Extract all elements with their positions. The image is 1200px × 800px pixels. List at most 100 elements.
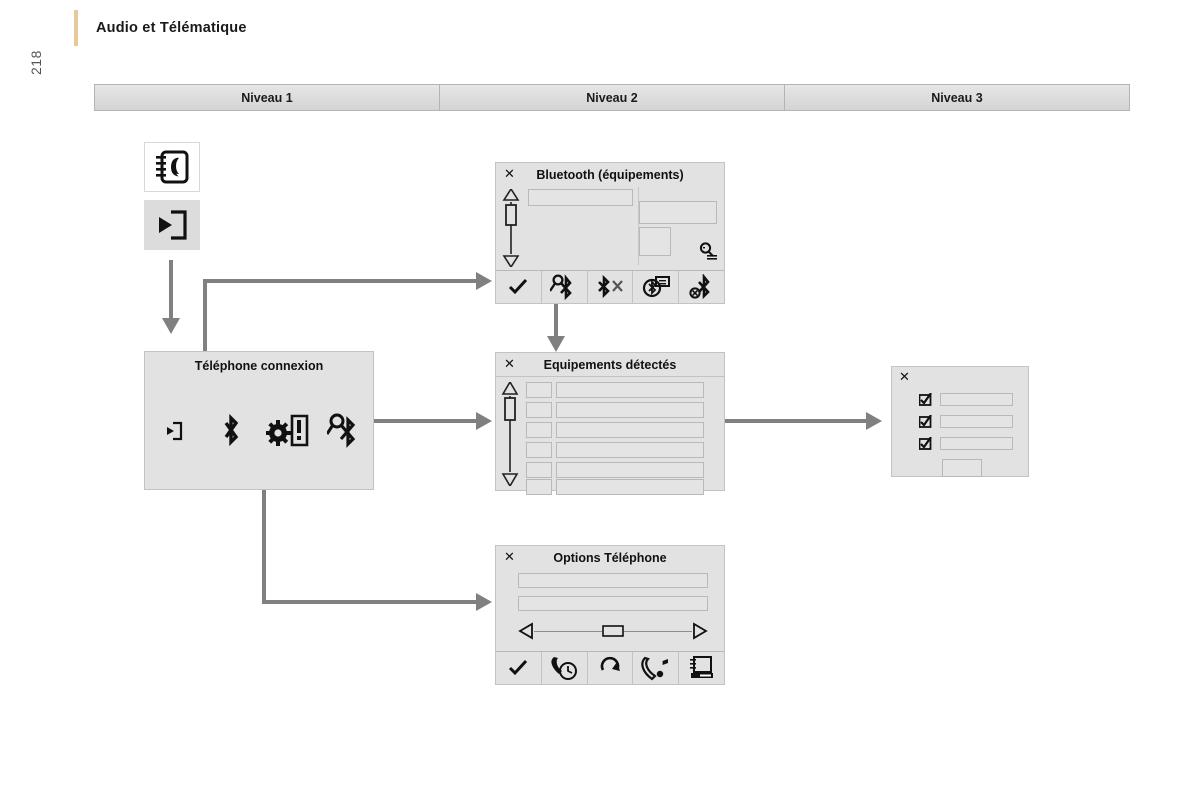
bluetooth-disconnect-button[interactable]	[587, 271, 634, 303]
page-title: Audio et Télématique	[96, 20, 247, 36]
checkbox-row-2[interactable]	[919, 415, 1013, 428]
level-column-2: Niveau 2	[440, 85, 785, 110]
phone-clock-icon	[549, 655, 579, 681]
enter-arrow-icon	[155, 209, 189, 241]
contacts-button[interactable]	[679, 652, 724, 684]
slider-left-arrow-icon[interactable]	[518, 622, 534, 640]
slider-thumb[interactable]	[602, 625, 624, 637]
checkbox-checked-icon[interactable]	[919, 437, 932, 450]
connector-phone-to-detected	[373, 419, 478, 423]
device-row-4-label	[556, 442, 704, 458]
bluetooth-delete-button[interactable]	[679, 271, 724, 303]
connector-bluetooth-to-detected	[554, 304, 558, 340]
ok-button[interactable]	[942, 459, 982, 477]
device-thumbnail-field[interactable]	[639, 227, 671, 256]
close-icon[interactable]: ✕	[504, 551, 515, 564]
arrowhead-phone-to-detected	[476, 412, 492, 430]
confirm-button[interactable]	[496, 271, 542, 303]
phone-options-dialog: ✕ Options Téléphone	[495, 545, 725, 685]
bluetooth-icon	[219, 413, 243, 449]
connector-detected-to-confirm	[724, 419, 869, 423]
device-row-5-marker	[526, 462, 552, 478]
option-field-2[interactable]	[518, 596, 708, 611]
option-field-1[interactable]	[518, 573, 708, 588]
confirm-dialog: ✕	[891, 366, 1029, 477]
arrowhead-enter-to-phone	[162, 318, 180, 334]
table-row[interactable]	[526, 479, 704, 495]
checkmark-icon	[508, 278, 528, 296]
detected-devices-dialog: ✕ Equipements détectés	[495, 352, 725, 495]
enter-menu-tile[interactable]	[144, 200, 200, 250]
vertical-scrollbar[interactable]	[502, 189, 520, 267]
refresh-arrow-icon	[598, 656, 622, 680]
checkmark-icon	[508, 659, 528, 677]
table-row[interactable]	[526, 402, 704, 418]
checkbox-row-1[interactable]	[919, 393, 1013, 406]
bluetooth-remove-icon	[688, 274, 716, 300]
phonebook-stack-icon	[689, 656, 715, 680]
device-info-field[interactable]	[639, 201, 717, 224]
device-row-1-marker	[526, 382, 552, 398]
ringtone-button[interactable]	[633, 652, 680, 684]
vertical-scrollbar[interactable]	[501, 382, 519, 486]
phone-directory-tile[interactable]	[144, 142, 200, 192]
levels-header: Niveau 1 Niveau 2 Niveau 3	[94, 84, 1130, 111]
bluetooth-key-icon	[550, 274, 578, 300]
call-duration-button[interactable]	[541, 652, 588, 684]
title-divider	[496, 376, 724, 377]
phone-options-title: Options Téléphone	[553, 551, 667, 565]
checkbox-row-1-field[interactable]	[940, 393, 1013, 406]
arrowhead-bluetooth-to-detected	[547, 336, 565, 352]
checkbox-row-3[interactable]	[919, 437, 1013, 450]
checkbox-row-2-field[interactable]	[940, 415, 1013, 428]
close-icon[interactable]: ✕	[899, 371, 910, 384]
title-accent-bar	[74, 10, 78, 46]
bluetooth-settings-button[interactable]	[633, 271, 680, 303]
phone-options-toolbar	[496, 651, 724, 684]
table-row[interactable]	[526, 442, 704, 458]
level-2-label: Niveau 2	[586, 90, 638, 105]
magnifier-list-icon	[699, 242, 717, 260]
slider-right-arrow-icon[interactable]	[692, 622, 708, 640]
device-row-1-label	[556, 382, 704, 398]
reset-button[interactable]	[587, 652, 634, 684]
device-row-3-label	[556, 422, 704, 438]
phone-panel-enter-icon-slot[interactable]	[145, 421, 202, 441]
bluetooth-card-icon	[642, 275, 670, 299]
level-column-3: Niveau 3	[785, 85, 1129, 110]
bluetooth-dialog: ✕ Bluetooth (équipements)	[495, 162, 725, 304]
bluetooth-key-icon	[326, 412, 363, 450]
device-name-field[interactable]	[528, 189, 633, 206]
phone-panel-bluetooth-search-icon-slot[interactable]	[316, 412, 373, 450]
device-row-6-label	[556, 479, 704, 495]
device-row-5-label	[556, 462, 704, 478]
table-row[interactable]	[526, 462, 704, 478]
slider-track	[534, 630, 602, 632]
table-row[interactable]	[526, 422, 704, 438]
checkbox-row-3-field[interactable]	[940, 437, 1013, 450]
arrowhead-options	[476, 593, 492, 611]
close-icon[interactable]: ✕	[504, 168, 515, 181]
bluetooth-pair-button[interactable]	[541, 271, 588, 303]
phone-panel-settings-icon-slot[interactable]	[259, 413, 316, 449]
device-row-6-marker	[526, 479, 552, 495]
phone-panel-bluetooth-icon-slot[interactable]	[202, 413, 259, 449]
close-icon[interactable]: ✕	[504, 358, 515, 371]
bluetooth-dialog-title: Bluetooth (équipements)	[536, 168, 684, 182]
checkbox-checked-icon[interactable]	[919, 415, 932, 428]
connector-bt-horizontal	[203, 279, 480, 283]
phonebook-icon	[154, 150, 190, 184]
panel-divider	[638, 187, 639, 265]
level-3-label: Niveau 3	[931, 90, 983, 105]
connector-enter-to-phone	[169, 260, 173, 320]
arrowhead-bt-to-bluetooth-dialog	[476, 272, 492, 290]
checkbox-checked-icon[interactable]	[919, 393, 932, 406]
phone-connection-title: Téléphone connexion	[194, 359, 324, 373]
volume-slider[interactable]	[518, 621, 708, 641]
confirm-button[interactable]	[496, 652, 542, 684]
arrowhead-detected-to-confirm	[866, 412, 882, 430]
phone-music-icon	[641, 655, 671, 681]
gear-phone-alert-icon	[265, 413, 310, 449]
level-1-label: Niveau 1	[241, 90, 293, 105]
table-row[interactable]	[526, 382, 704, 398]
